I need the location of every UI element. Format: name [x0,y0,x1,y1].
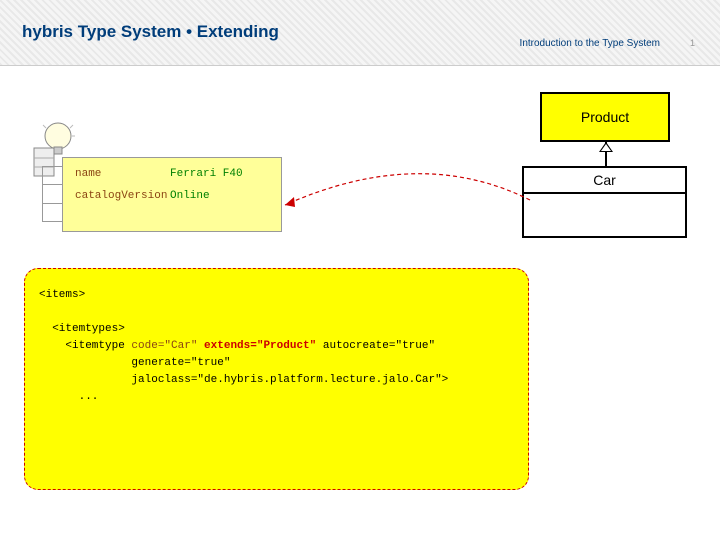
instance-detail-box: name Ferrari F40 catalogVersion Online [62,157,282,232]
code-line: <itemtype code="Car" extends="Product" a… [39,338,514,355]
table-strip-icon [42,166,64,222]
instance-key: name [75,168,170,180]
code-highlight-code: code="Car" [131,340,197,352]
page-subtitle: Introduction to the Type System [520,38,660,49]
instance-val: Online [170,190,210,202]
code-highlight-extends: extends="Product" [197,340,316,352]
uml-car-label: Car [524,168,685,194]
uml-car-class: Car [522,166,687,238]
code-line: <items> [39,287,514,304]
page-number: 1 [690,38,695,48]
page-header: hybris Type System • Extending Introduct… [0,0,720,66]
code-line: generate="true" [39,355,514,372]
uml-inherit-arrow-icon [599,142,613,152]
instance-row: catalogVersion Online [75,190,269,202]
code-line: jaloclass="de.hybris.platform.lecture.ja… [39,372,514,389]
instance-row: name Ferrari F40 [75,168,269,180]
uml-product-label: Product [581,109,629,125]
xml-code-block: <items> <itemtypes> <itemtype code="Car"… [24,268,529,490]
uml-product-class: Product [540,92,670,142]
instance-val: Ferrari F40 [170,168,243,180]
instance-arrow-icon [280,155,540,215]
instance-key: catalogVersion [75,190,170,202]
code-line: ... [39,389,514,406]
code-line: <itemtypes> [39,321,514,338]
